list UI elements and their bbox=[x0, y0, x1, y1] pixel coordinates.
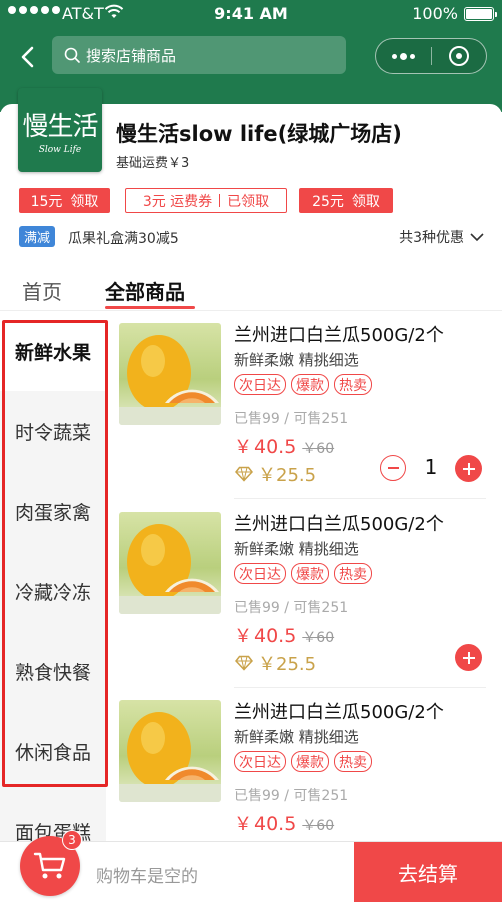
target-ring-icon bbox=[449, 46, 469, 66]
category-deli[interactable]: 熟食快餐 bbox=[0, 631, 106, 711]
coupon-divider bbox=[219, 194, 221, 207]
product-divider bbox=[234, 498, 486, 499]
product-card[interactable]: 兰州进口白兰瓜500G/2个 新鲜柔嫩 精挑细选 次日达 爆款 热卖 已售99 … bbox=[106, 311, 502, 499]
product-badges: 次日达 爆款 热卖 bbox=[234, 751, 372, 772]
product-vip-price: ￥25.5 bbox=[234, 461, 316, 487]
product-card[interactable]: 兰州进口白兰瓜500G/2个 新鲜柔嫩 精挑细选 次日达 爆款 热卖 已售99 … bbox=[106, 500, 502, 688]
tab-active-indicator bbox=[105, 306, 195, 309]
category-snacks[interactable]: 休闲食品 bbox=[0, 711, 106, 791]
delivery-fee: 基础运费￥3 bbox=[116, 156, 190, 171]
product-price: ￥ 40.5 ￥60 bbox=[234, 625, 335, 647]
category-sidebar: 新鲜水果 时令蔬菜 肉蛋家禽 冷藏冷冻 熟食快餐 休闲食品 面包蛋糕 bbox=[0, 311, 106, 841]
product-orig-price: ￥60 bbox=[302, 630, 335, 646]
product-image bbox=[119, 700, 221, 802]
diamond-icon bbox=[235, 655, 253, 671]
diamond-icon bbox=[235, 466, 253, 482]
add-to-cart-button[interactable] bbox=[455, 644, 482, 671]
category-fresh-fruit[interactable]: 新鲜水果 bbox=[0, 311, 106, 391]
badge-next-day: 次日达 bbox=[234, 563, 286, 584]
category-vegetables[interactable]: 时令蔬菜 bbox=[0, 391, 106, 471]
badge-hot-item: 爆款 bbox=[291, 563, 329, 584]
checkout-button[interactable]: 去结算 bbox=[354, 842, 502, 902]
mini-program-capsule bbox=[375, 38, 487, 74]
product-sold-count: 已售99 / 可售251 bbox=[234, 600, 349, 616]
product-orig-price: ￥60 bbox=[302, 818, 335, 834]
category-frozen[interactable]: 冷藏冷冻 bbox=[0, 551, 106, 631]
cart-empty-text: 购物车是空的 bbox=[96, 867, 198, 887]
badge-next-day: 次日达 bbox=[234, 751, 286, 772]
search-placeholder: 搜索店铺商品 bbox=[86, 46, 177, 65]
battery-icon bbox=[464, 7, 497, 21]
badge-hot-item: 爆款 bbox=[291, 751, 329, 772]
badge-hot-item: 爆款 bbox=[291, 374, 329, 395]
product-image bbox=[119, 512, 221, 614]
promo-tag: 满减 bbox=[19, 226, 56, 247]
product-name: 兰州进口白兰瓜500G/2个 bbox=[234, 702, 444, 723]
category-meat-eggs[interactable]: 肉蛋家禽 bbox=[0, 471, 106, 551]
tab-all-products[interactable]: 全部商品 bbox=[105, 276, 185, 305]
store-logo: 慢生活 Slow Life bbox=[18, 88, 102, 172]
close-button[interactable] bbox=[432, 46, 486, 66]
product-image bbox=[119, 323, 221, 425]
coupon-15[interactable]: 15元 领取 bbox=[19, 188, 110, 213]
back-button[interactable] bbox=[12, 40, 42, 74]
store-name: 慢生活slow life(绿城广场店) bbox=[116, 122, 402, 146]
product-sold-count: 已售99 / 可售251 bbox=[234, 411, 349, 427]
product-sold-count: 已售99 / 可售251 bbox=[234, 788, 349, 804]
search-input[interactable]: 搜索店铺商品 bbox=[52, 36, 346, 74]
shopping-cart-icon bbox=[33, 852, 66, 879]
product-desc: 新鲜柔嫩 精挑细选 bbox=[234, 728, 359, 746]
badge-best-seller: 热卖 bbox=[334, 751, 372, 772]
coupon-3-shipping[interactable]: 3元 运费券 已领取 bbox=[125, 188, 287, 213]
product-price: ￥ 40.5 ￥60 bbox=[234, 436, 335, 458]
quantity-value: 1 bbox=[424, 455, 438, 479]
badge-best-seller: 热卖 bbox=[334, 563, 372, 584]
category-bakery[interactable]: 面包蛋糕 bbox=[0, 791, 106, 842]
tab-home[interactable]: 首页 bbox=[22, 276, 62, 305]
product-badges: 次日达 爆款 热卖 bbox=[234, 374, 372, 395]
product-badges: 次日达 爆款 热卖 bbox=[234, 563, 372, 584]
product-name: 兰州进口白兰瓜500G/2个 bbox=[234, 325, 444, 346]
product-vip-price: ￥25.5 bbox=[234, 650, 316, 676]
battery-percent: 100% bbox=[412, 4, 458, 23]
product-orig-price: ￥60 bbox=[302, 441, 335, 457]
quantity-increase-button[interactable] bbox=[455, 455, 482, 482]
product-desc: 新鲜柔嫩 精挑细选 bbox=[234, 351, 359, 369]
chevron-down-icon bbox=[470, 232, 484, 241]
search-icon bbox=[64, 47, 80, 63]
product-price: ￥ 40.5 ￥60 bbox=[234, 813, 335, 835]
cart-count-badge: 3 bbox=[62, 830, 82, 850]
promo-more-button[interactable]: 共3种优惠 bbox=[399, 227, 484, 247]
product-name: 兰州进口白兰瓜500G/2个 bbox=[234, 514, 444, 535]
quantity-decrease-button[interactable] bbox=[380, 455, 406, 481]
promo-text: 瓜果礼盒满30减5 bbox=[68, 231, 179, 247]
coupon-25[interactable]: 25元 领取 bbox=[299, 188, 393, 213]
status-bar: AT&T 9:41 AM 100% bbox=[0, 0, 502, 28]
more-dots-icon[interactable] bbox=[376, 39, 431, 73]
chevron-left-icon bbox=[21, 46, 34, 68]
badge-next-day: 次日达 bbox=[234, 374, 286, 395]
badge-best-seller: 热卖 bbox=[334, 374, 372, 395]
product-desc: 新鲜柔嫩 精挑细选 bbox=[234, 540, 359, 558]
